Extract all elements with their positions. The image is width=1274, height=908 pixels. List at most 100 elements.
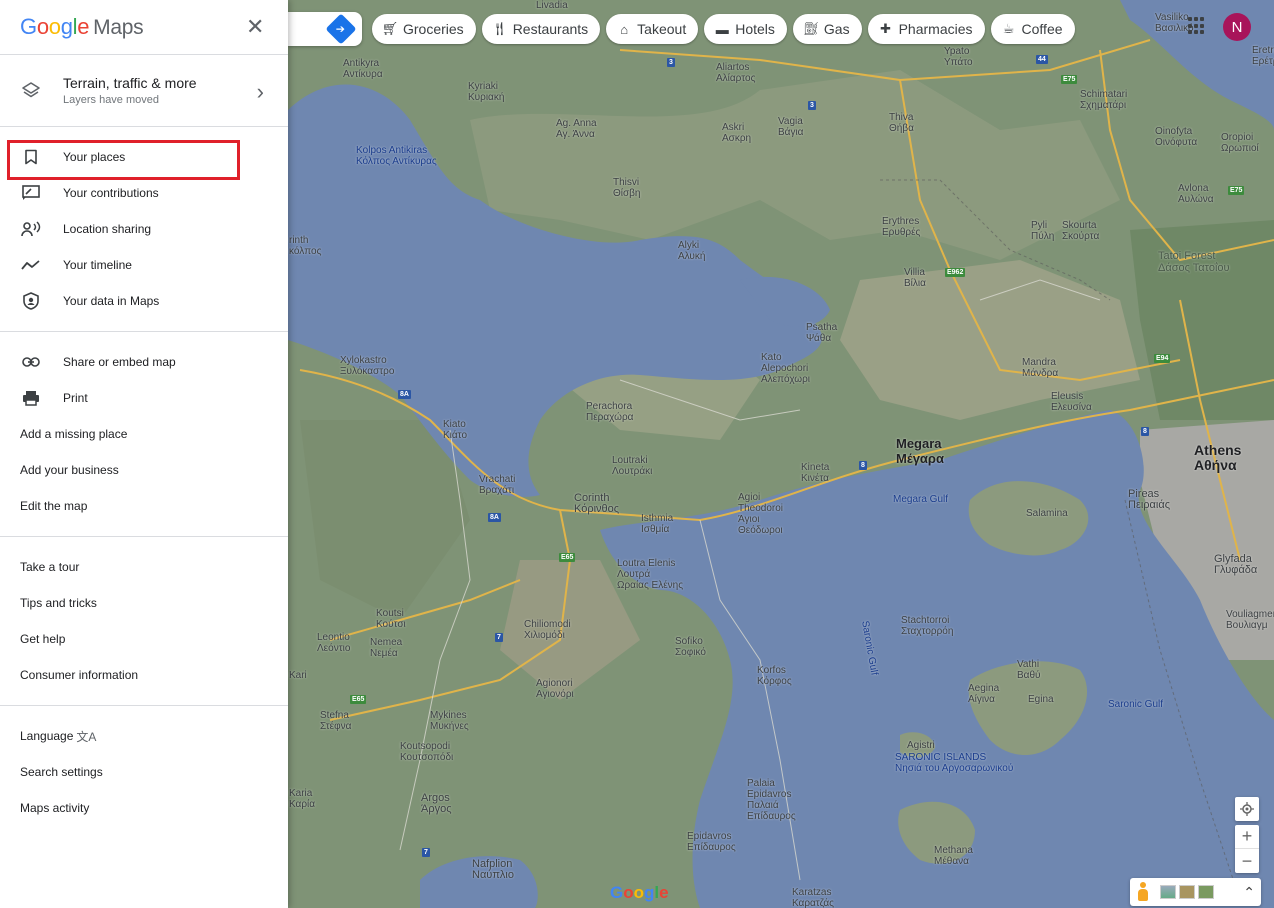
menu-item-location-sharing[interactable]: Location sharing [0, 211, 288, 247]
map-label: Leontio Λεόντιο [317, 632, 351, 654]
map-label: Perachora Περαχώρα [586, 401, 634, 423]
account-avatar[interactable]: N [1223, 13, 1251, 41]
map-label: Aliartos Αλίαρτος [716, 62, 756, 84]
map-label: Agistri [907, 740, 935, 751]
google-watermark: Google [610, 883, 669, 903]
link-icon [20, 351, 42, 373]
map-label: Ag. Anna Αγ. Άννα [556, 118, 597, 140]
apps-grid-icon[interactable] [1188, 17, 1206, 35]
map-label: Oropioi Ωρωπιοί [1221, 132, 1259, 154]
directions-button[interactable]: ➔ [325, 13, 357, 45]
chip-groceries[interactable]: 🛒︎ Groceries [372, 14, 476, 44]
road-shield: E75 [1061, 75, 1078, 84]
map-label: Eretria Ερέτρ [1252, 45, 1274, 67]
terrain-thumbnail[interactable] [1179, 885, 1195, 899]
globe-thumbnail[interactable] [1198, 885, 1214, 899]
road-shield: E94 [1154, 354, 1171, 363]
road-shield: E962 [945, 268, 966, 277]
zoom-out-button[interactable]: − [1235, 849, 1259, 873]
close-menu-button[interactable]: ✕ [246, 16, 264, 38]
map-water-label: Saronic Gulf [1108, 699, 1164, 710]
road-shield: 8A [488, 513, 501, 522]
map-label: Tatoi Forest Δάσος Τατοΐου [1158, 250, 1230, 274]
chip-restaurants[interactable]: 🍴︎ Restaurants [481, 14, 601, 44]
layers-icon [22, 81, 40, 97]
pegman-icon[interactable] [1136, 882, 1150, 902]
menu-item-label: Add a missing place [20, 427, 128, 441]
layers-row[interactable]: Terrain, traffic & more Layers have move… [0, 55, 288, 127]
menu-item-search-settings[interactable]: Search settings [0, 754, 288, 790]
menu-item-label: Take a tour [20, 560, 80, 574]
map-city-label: Megara Μέγαρα [896, 436, 944, 466]
menu-item-label: Print [63, 391, 88, 405]
map-label: Koutsopodi Κουτσοπόδι [400, 741, 454, 763]
menu-item-edit-the-map[interactable]: Edit the map [0, 488, 288, 524]
contributions-icon [20, 182, 42, 204]
menu-item-share-or-embed[interactable]: Share or embed map [0, 344, 288, 380]
map-label: Livadia [536, 0, 568, 11]
map-label: Aegina Αίγινα [968, 683, 1000, 705]
map-label: Vouliagmeni Βουλιαγμ [1226, 609, 1274, 631]
takeout-bag-icon: ⌂ [620, 21, 629, 37]
menu-item-take-a-tour[interactable]: Take a tour [0, 549, 288, 585]
map-label: Isthmia Ισθμία [641, 513, 674, 535]
map-label: Epidavros Επίδαυρος [687, 831, 736, 853]
menu-item-label: Language [20, 729, 74, 743]
menu-section-settings: Language 文A Search settings Maps activit… [0, 706, 288, 838]
menu-item-label: Your timeline [63, 258, 132, 272]
map-label: Salamina [1026, 508, 1068, 519]
panel-header: Google Maps ✕ [0, 0, 288, 55]
map-label: Methana Μέθανα [934, 845, 973, 867]
chip-gas[interactable]: ⛽︎ Gas [792, 14, 862, 44]
chevron-right-icon: › [256, 79, 264, 104]
google-watermark-letter: o [633, 883, 645, 902]
menu-section-actions: Share or embed map Print Add a missing p… [0, 332, 288, 537]
menu-item-get-help[interactable]: Get help [0, 621, 288, 657]
map-label: Pyli Πύλη [1031, 220, 1055, 242]
menu-section-help: Take a tour Tips and tricks Get help Con… [0, 537, 288, 706]
google-watermark-letter: g [644, 883, 655, 902]
menu-item-label: Location sharing [63, 222, 152, 236]
menu-item-language[interactable]: Language 文A [0, 718, 288, 754]
chip-pharmacies[interactable]: ✚ Pharmacies [867, 14, 985, 44]
menu-item-label: Search settings [20, 765, 103, 779]
map-label: Kolpos Antikiras Κόλπος Αντίκυρας [356, 145, 437, 167]
menu-item-add-missing-place[interactable]: Add a missing place [0, 416, 288, 452]
road-shield: 8 [1141, 427, 1149, 436]
map-label: Korfos Κόρφος [757, 665, 792, 687]
my-location-button[interactable] [1235, 797, 1259, 821]
search-box-stub[interactable]: ➔ [288, 12, 362, 46]
chip-hotels[interactable]: ▬ Hotels [704, 14, 787, 44]
road-shield: 8A [398, 390, 411, 399]
menu-item-tips-and-tricks[interactable]: Tips and tricks [0, 585, 288, 621]
map-label: Agioi Theodoroi Άγιοι Θεόδωροι [738, 492, 784, 536]
zoom-in-button[interactable]: + [1235, 825, 1259, 849]
chip-coffee[interactable]: ☕︎ Coffee [990, 14, 1075, 44]
map-label: Kineta Κινέτα [801, 462, 830, 484]
map-label: Thiva Θήβα [889, 112, 914, 134]
crosshair-icon [1240, 802, 1254, 816]
menu-item-print[interactable]: Print [0, 380, 288, 416]
menu-item-your-places[interactable]: Your places [0, 139, 288, 180]
map-label: Mykines Μυκήνες [430, 710, 469, 732]
map-label: Nafplion Ναύπλιο [472, 858, 514, 881]
map-label: Stachtorroi Σταχτορρόη [901, 615, 954, 637]
menu-item-label: Maps activity [20, 801, 90, 815]
chevron-up-icon[interactable]: ⌃ [1243, 884, 1255, 901]
menu-item-your-data-in-maps[interactable]: Your data in Maps [0, 283, 288, 319]
menu-item-consumer-information[interactable]: Consumer information [0, 657, 288, 693]
road-shield: E75 [1228, 186, 1245, 195]
menu-item-maps-activity[interactable]: Maps activity [0, 790, 288, 826]
menu-item-your-contributions[interactable]: Your contributions [0, 175, 288, 211]
menu-item-label: Tips and tricks [20, 596, 97, 610]
map-label: Vagia Βάγια [778, 116, 804, 138]
map-type-bar: ⌃ [1130, 878, 1261, 906]
shield-icon [20, 290, 42, 312]
road-shield: 3 [808, 101, 816, 110]
map-label: Kato Alepochori Αλεπόχωρι [761, 352, 811, 385]
menu-item-your-timeline[interactable]: Your timeline [0, 247, 288, 283]
menu-item-add-your-business[interactable]: Add your business [0, 452, 288, 488]
map-label: Kiato Κιάτο [443, 419, 468, 441]
chip-takeout[interactable]: ⌂ Takeout [606, 14, 699, 44]
satellite-thumbnail[interactable] [1160, 885, 1176, 899]
